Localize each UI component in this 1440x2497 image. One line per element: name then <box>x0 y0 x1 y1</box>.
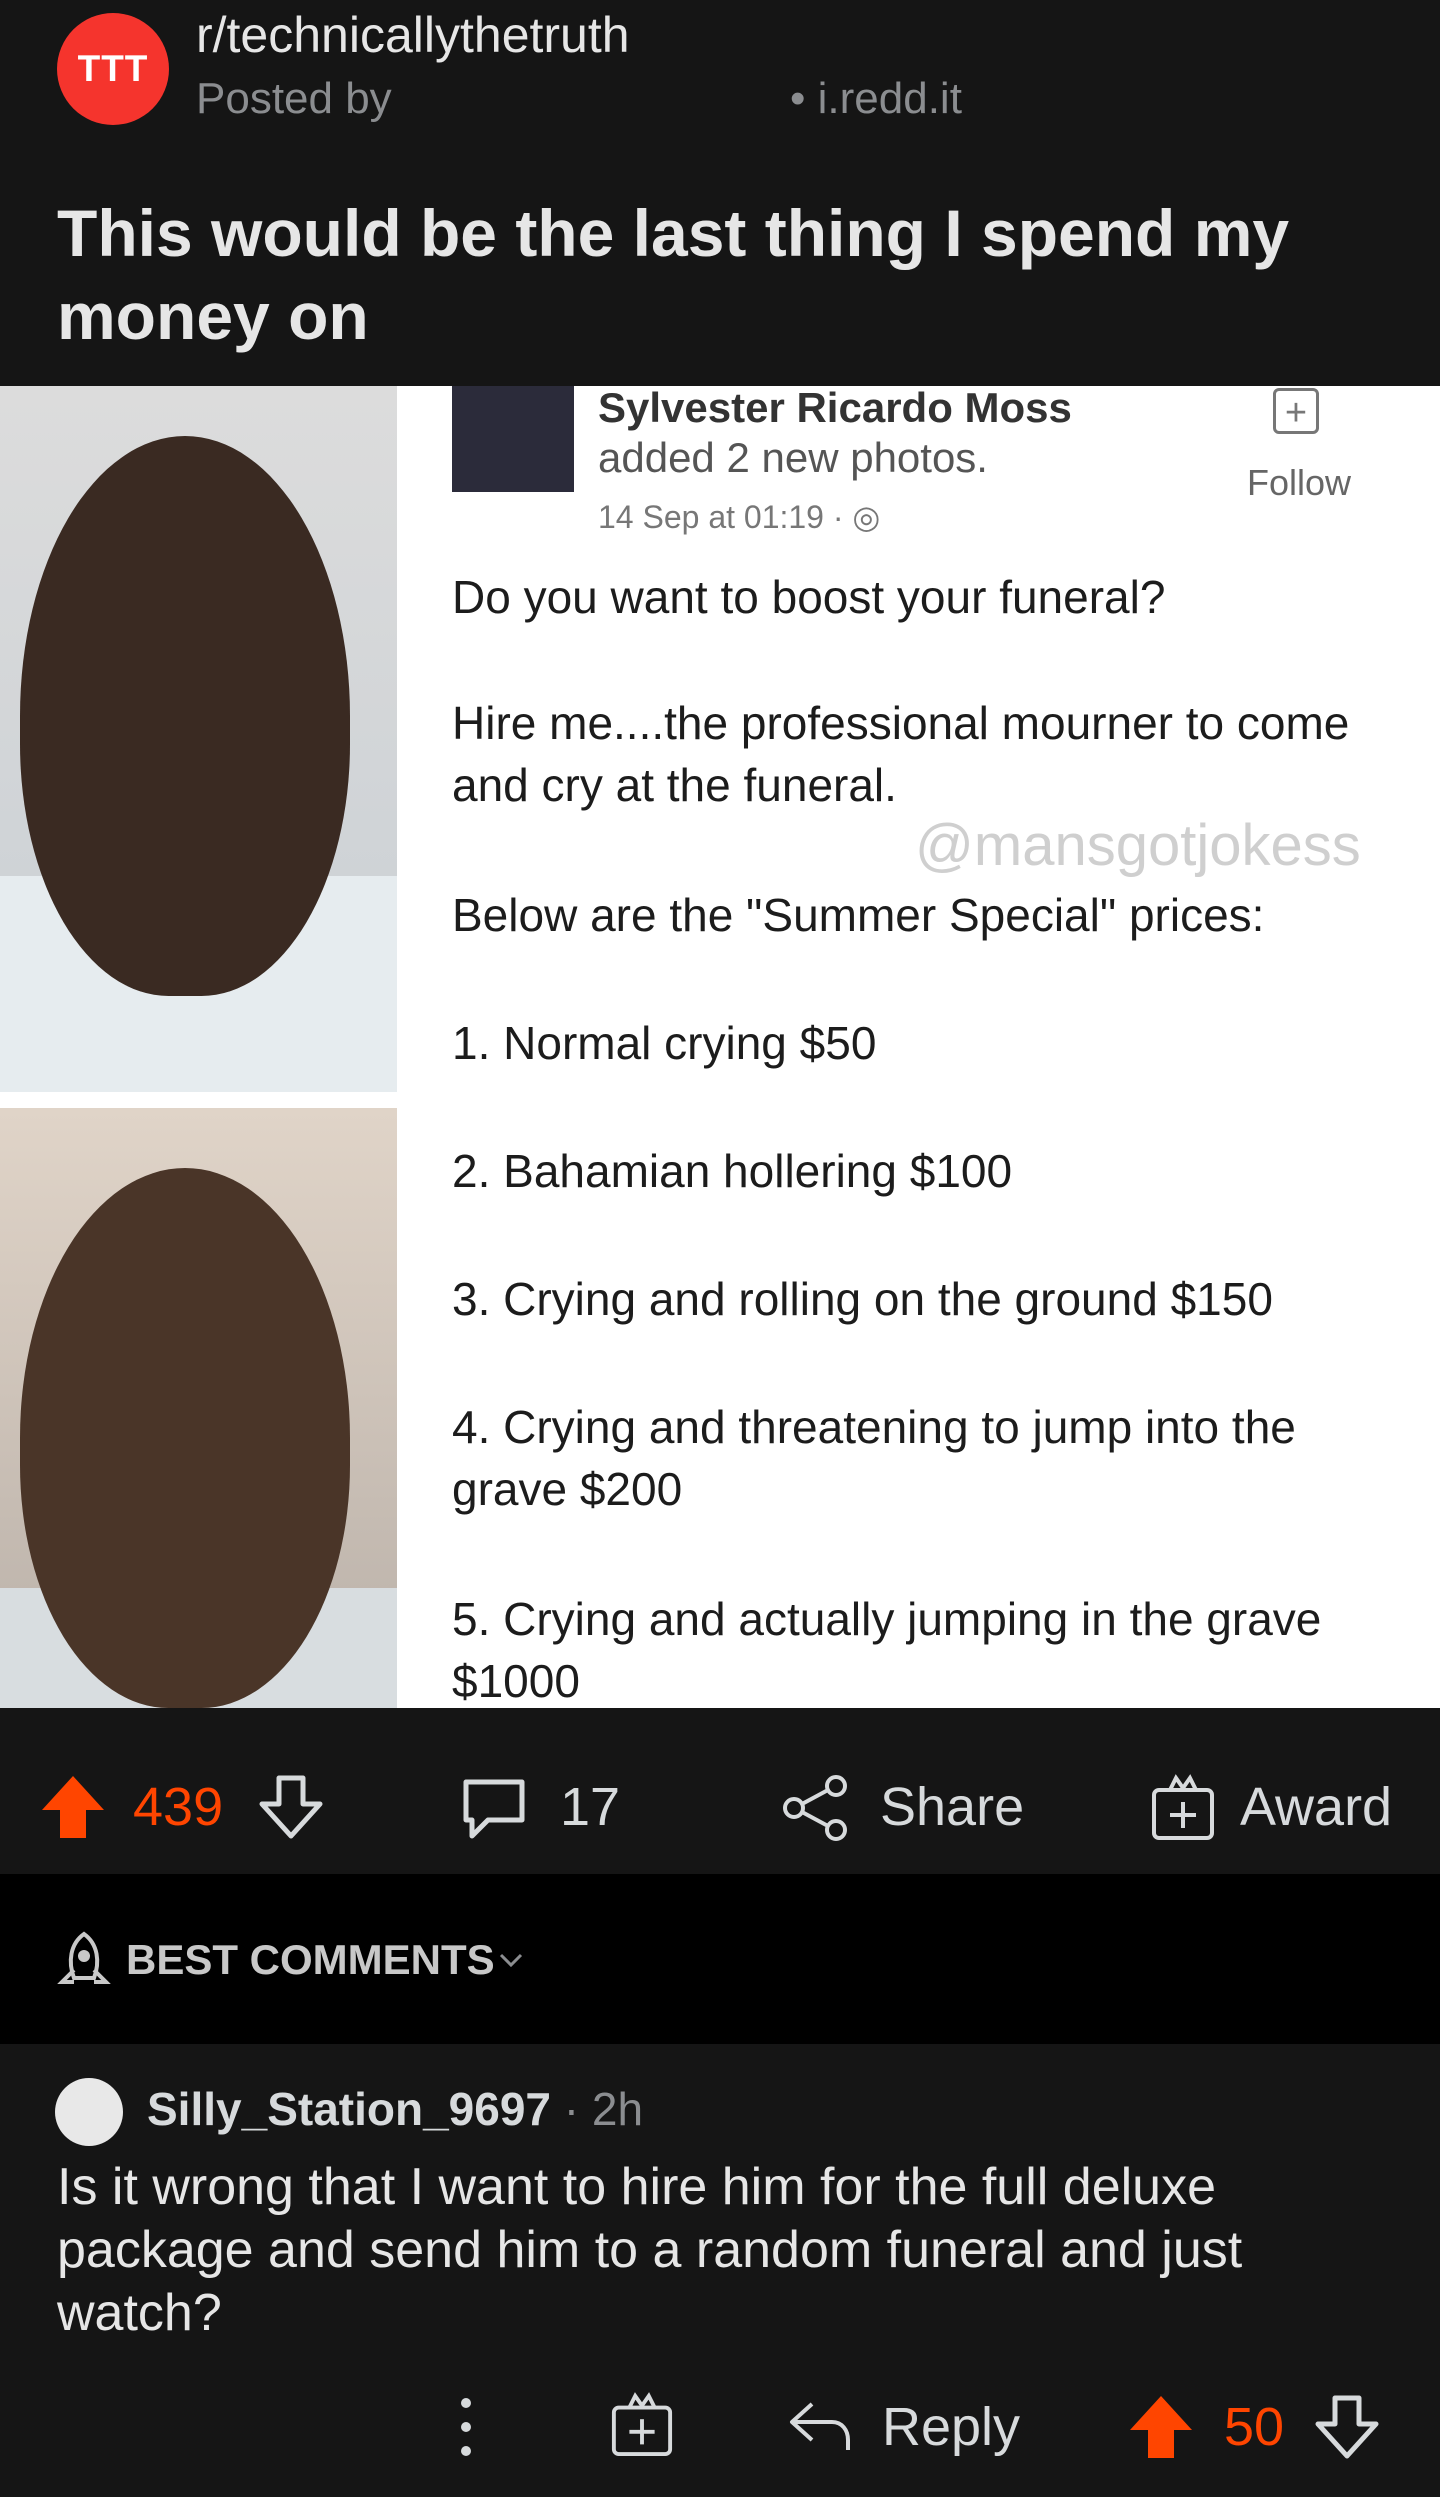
award-button[interactable]: Award <box>1240 1776 1392 1838</box>
downvote-icon[interactable] <box>256 1772 326 1842</box>
post-domain[interactable]: • i.redd.it <box>790 74 962 124</box>
photo-top <box>0 386 397 1092</box>
photo-bottom <box>0 1108 397 1708</box>
fb-time-text: 14 Sep at 01:19 · <box>598 499 853 535</box>
share-button[interactable]: Share <box>880 1776 1024 1838</box>
award-icon[interactable] <box>610 2392 674 2458</box>
comment-vote-count: 50 <box>1224 2397 1285 2457</box>
comment-icon[interactable] <box>458 1776 530 1842</box>
rocket-icon[interactable] <box>54 1930 114 1990</box>
fb-line: Hire me....the professional mourner to c… <box>452 697 1350 749</box>
fb-name: Sylvester Ricardo Moss <box>598 386 1072 431</box>
post-title: This would be the last thing I spend my … <box>57 196 1290 353</box>
fb-added: added 2 new photos. <box>598 434 988 481</box>
comment-time: · 2h <box>563 2083 644 2135</box>
fb-avatar <box>452 386 574 492</box>
fb-line: Do you want to boost your funeral? <box>452 571 1166 623</box>
fb-time: 14 Sep at 01:19 · ◎ <box>598 498 880 536</box>
fb-line: and cry at the funeral. <box>452 759 897 811</box>
downvote-icon[interactable] <box>1312 2392 1382 2462</box>
comment-username[interactable]: Silly_Station_9697 <box>147 2083 551 2135</box>
upvote-icon[interactable] <box>1126 2392 1196 2462</box>
subreddit-avatar[interactable]: TTT <box>57 13 169 125</box>
fb-line: Below are the "Summer Special" prices: <box>452 889 1265 941</box>
chevron-down-icon[interactable] <box>496 1948 526 1972</box>
globe-icon: ◎ <box>852 499 881 535</box>
reply-button[interactable]: Reply <box>882 2396 1020 2458</box>
more-options-icon[interactable] <box>456 2394 476 2458</box>
fb-price-item: 2. Bahamian hollering $100 <box>452 1145 1013 1197</box>
posted-by: Posted by <box>196 74 392 123</box>
post-image[interactable]: Sylvester Ricardo Moss added 2 new photo… <box>0 386 1440 1708</box>
fb-price-item: 1. Normal crying $50 <box>452 1017 877 1069</box>
photo-face <box>20 1168 350 1708</box>
comment-meta: Silly_Station_9697 · 2h <box>147 2082 643 2136</box>
post-vote-count: 439 <box>133 1777 224 1837</box>
follow-plus-icon: + <box>1273 388 1319 434</box>
sort-label[interactable]: BEST COMMENTS <box>126 1936 495 1984</box>
fb-price-item: 4. Crying and threatening to jump into t… <box>452 1401 1296 1453</box>
avatar[interactable] <box>55 2078 123 2146</box>
award-icon[interactable] <box>1150 1774 1216 1842</box>
watermark: @mansgotjokess <box>915 813 1361 878</box>
comment-count[interactable]: 17 <box>560 1776 620 1838</box>
fb-follow: Follow <box>1247 462 1352 503</box>
fb-price-item: 3. Crying and rolling on the ground $150 <box>452 1273 1273 1325</box>
subreddit-name[interactable]: r/technicallythetruth <box>196 6 630 64</box>
photo-face <box>20 436 350 996</box>
fb-price-item: grave $200 <box>452 1463 683 1515</box>
fb-price-item: 5. Crying and actually jumping in the gr… <box>452 1593 1322 1645</box>
comment-body: Is it wrong that I want to hire him for … <box>57 2158 1243 2342</box>
upvote-icon[interactable] <box>38 1772 108 1842</box>
share-icon[interactable] <box>780 1772 852 1844</box>
fb-price-item: $1000 <box>452 1655 580 1707</box>
reply-icon[interactable] <box>784 2396 854 2456</box>
